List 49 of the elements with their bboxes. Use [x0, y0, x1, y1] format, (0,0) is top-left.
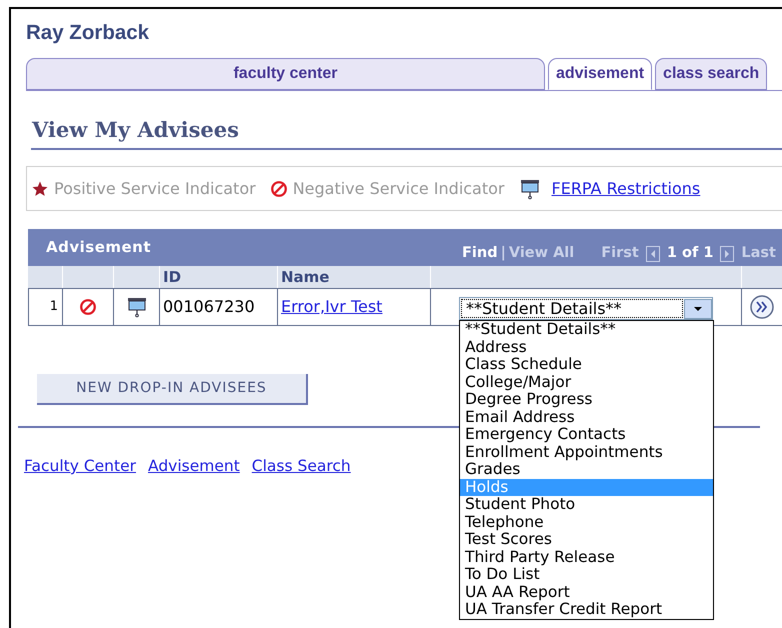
- row-number: 1: [28, 288, 63, 326]
- dropdown-option[interactable]: Grades: [460, 461, 713, 478]
- column-header: Name: [278, 266, 431, 288]
- dropdown-option[interactable]: Degree Progress: [460, 391, 713, 408]
- last-label: Last: [741, 244, 776, 263]
- details-dropdown[interactable]: **Student Details**: [459, 297, 713, 320]
- dropdown-option[interactable]: To Do List: [460, 566, 713, 584]
- dropdown-option[interactable]: Telephone: [460, 514, 713, 531]
- dropdown-option[interactable]: UA AA Report: [460, 584, 713, 601]
- legend-label: Negative Service Indicator: [292, 178, 504, 200]
- page-title: View My Advisees: [32, 118, 240, 142]
- first-label: First: [601, 244, 639, 263]
- name-link[interactable]: Error,Ivr Test: [281, 295, 382, 319]
- prohibited-icon: [79, 298, 97, 316]
- dropdown-option[interactable]: Email Address: [460, 408, 713, 426]
- id-cell: 001067230: [160, 288, 278, 326]
- user-name: Ray Zorback: [26, 21, 150, 45]
- dropdown-option[interactable]: Third Party Release: [460, 548, 713, 566]
- dropdown-option[interactable]: Address: [460, 338, 713, 356]
- previous-icon: [646, 246, 660, 262]
- new-drop-in-advisees-button[interactable]: NEW DROP-IN ADVISEES: [37, 374, 308, 405]
- tab[interactable]: faculty center: [26, 58, 545, 90]
- go-icon[interactable]: [750, 295, 774, 319]
- footer-link[interactable]: Advisement: [148, 455, 240, 478]
- column-header: [114, 266, 160, 288]
- star-icon: [31, 180, 49, 198]
- tab[interactable]: advisement: [548, 58, 652, 90]
- separator: |: [500, 244, 506, 263]
- dropdown-option[interactable]: Enrollment Appointments: [460, 444, 713, 461]
- legend-label: Positive Service Indicator: [54, 178, 256, 200]
- dropdown-option[interactable]: UA Transfer Credit Report: [460, 601, 713, 618]
- dropdown-option[interactable]: Test Scores: [460, 531, 713, 548]
- dropdown-option[interactable]: Student Photo: [460, 496, 713, 514]
- dropdown-option[interactable]: **Student Details**: [460, 321, 713, 338]
- next-icon: [720, 246, 734, 262]
- find-link[interactable]: Find: [462, 243, 498, 265]
- dropdown-option[interactable]: College/Major: [460, 374, 713, 391]
- dropdown-option[interactable]: Class Schedule: [460, 356, 713, 374]
- tab[interactable]: class search: [655, 58, 768, 90]
- page-count: 1 of 1: [666, 244, 714, 263]
- dropdown-option[interactable]: Emergency Contacts: [460, 426, 713, 444]
- prohibited-icon: [270, 180, 288, 198]
- footer-link[interactable]: Class Search: [252, 455, 351, 478]
- column-header: ID: [160, 266, 278, 288]
- projection-screen-icon: [126, 296, 148, 318]
- ferpa-link[interactable]: FERPA Restrictions: [552, 176, 700, 200]
- projection-screen-icon: [518, 178, 540, 200]
- grid-title: Advisement: [46, 237, 152, 258]
- footer-link[interactable]: Faculty Center: [24, 455, 136, 478]
